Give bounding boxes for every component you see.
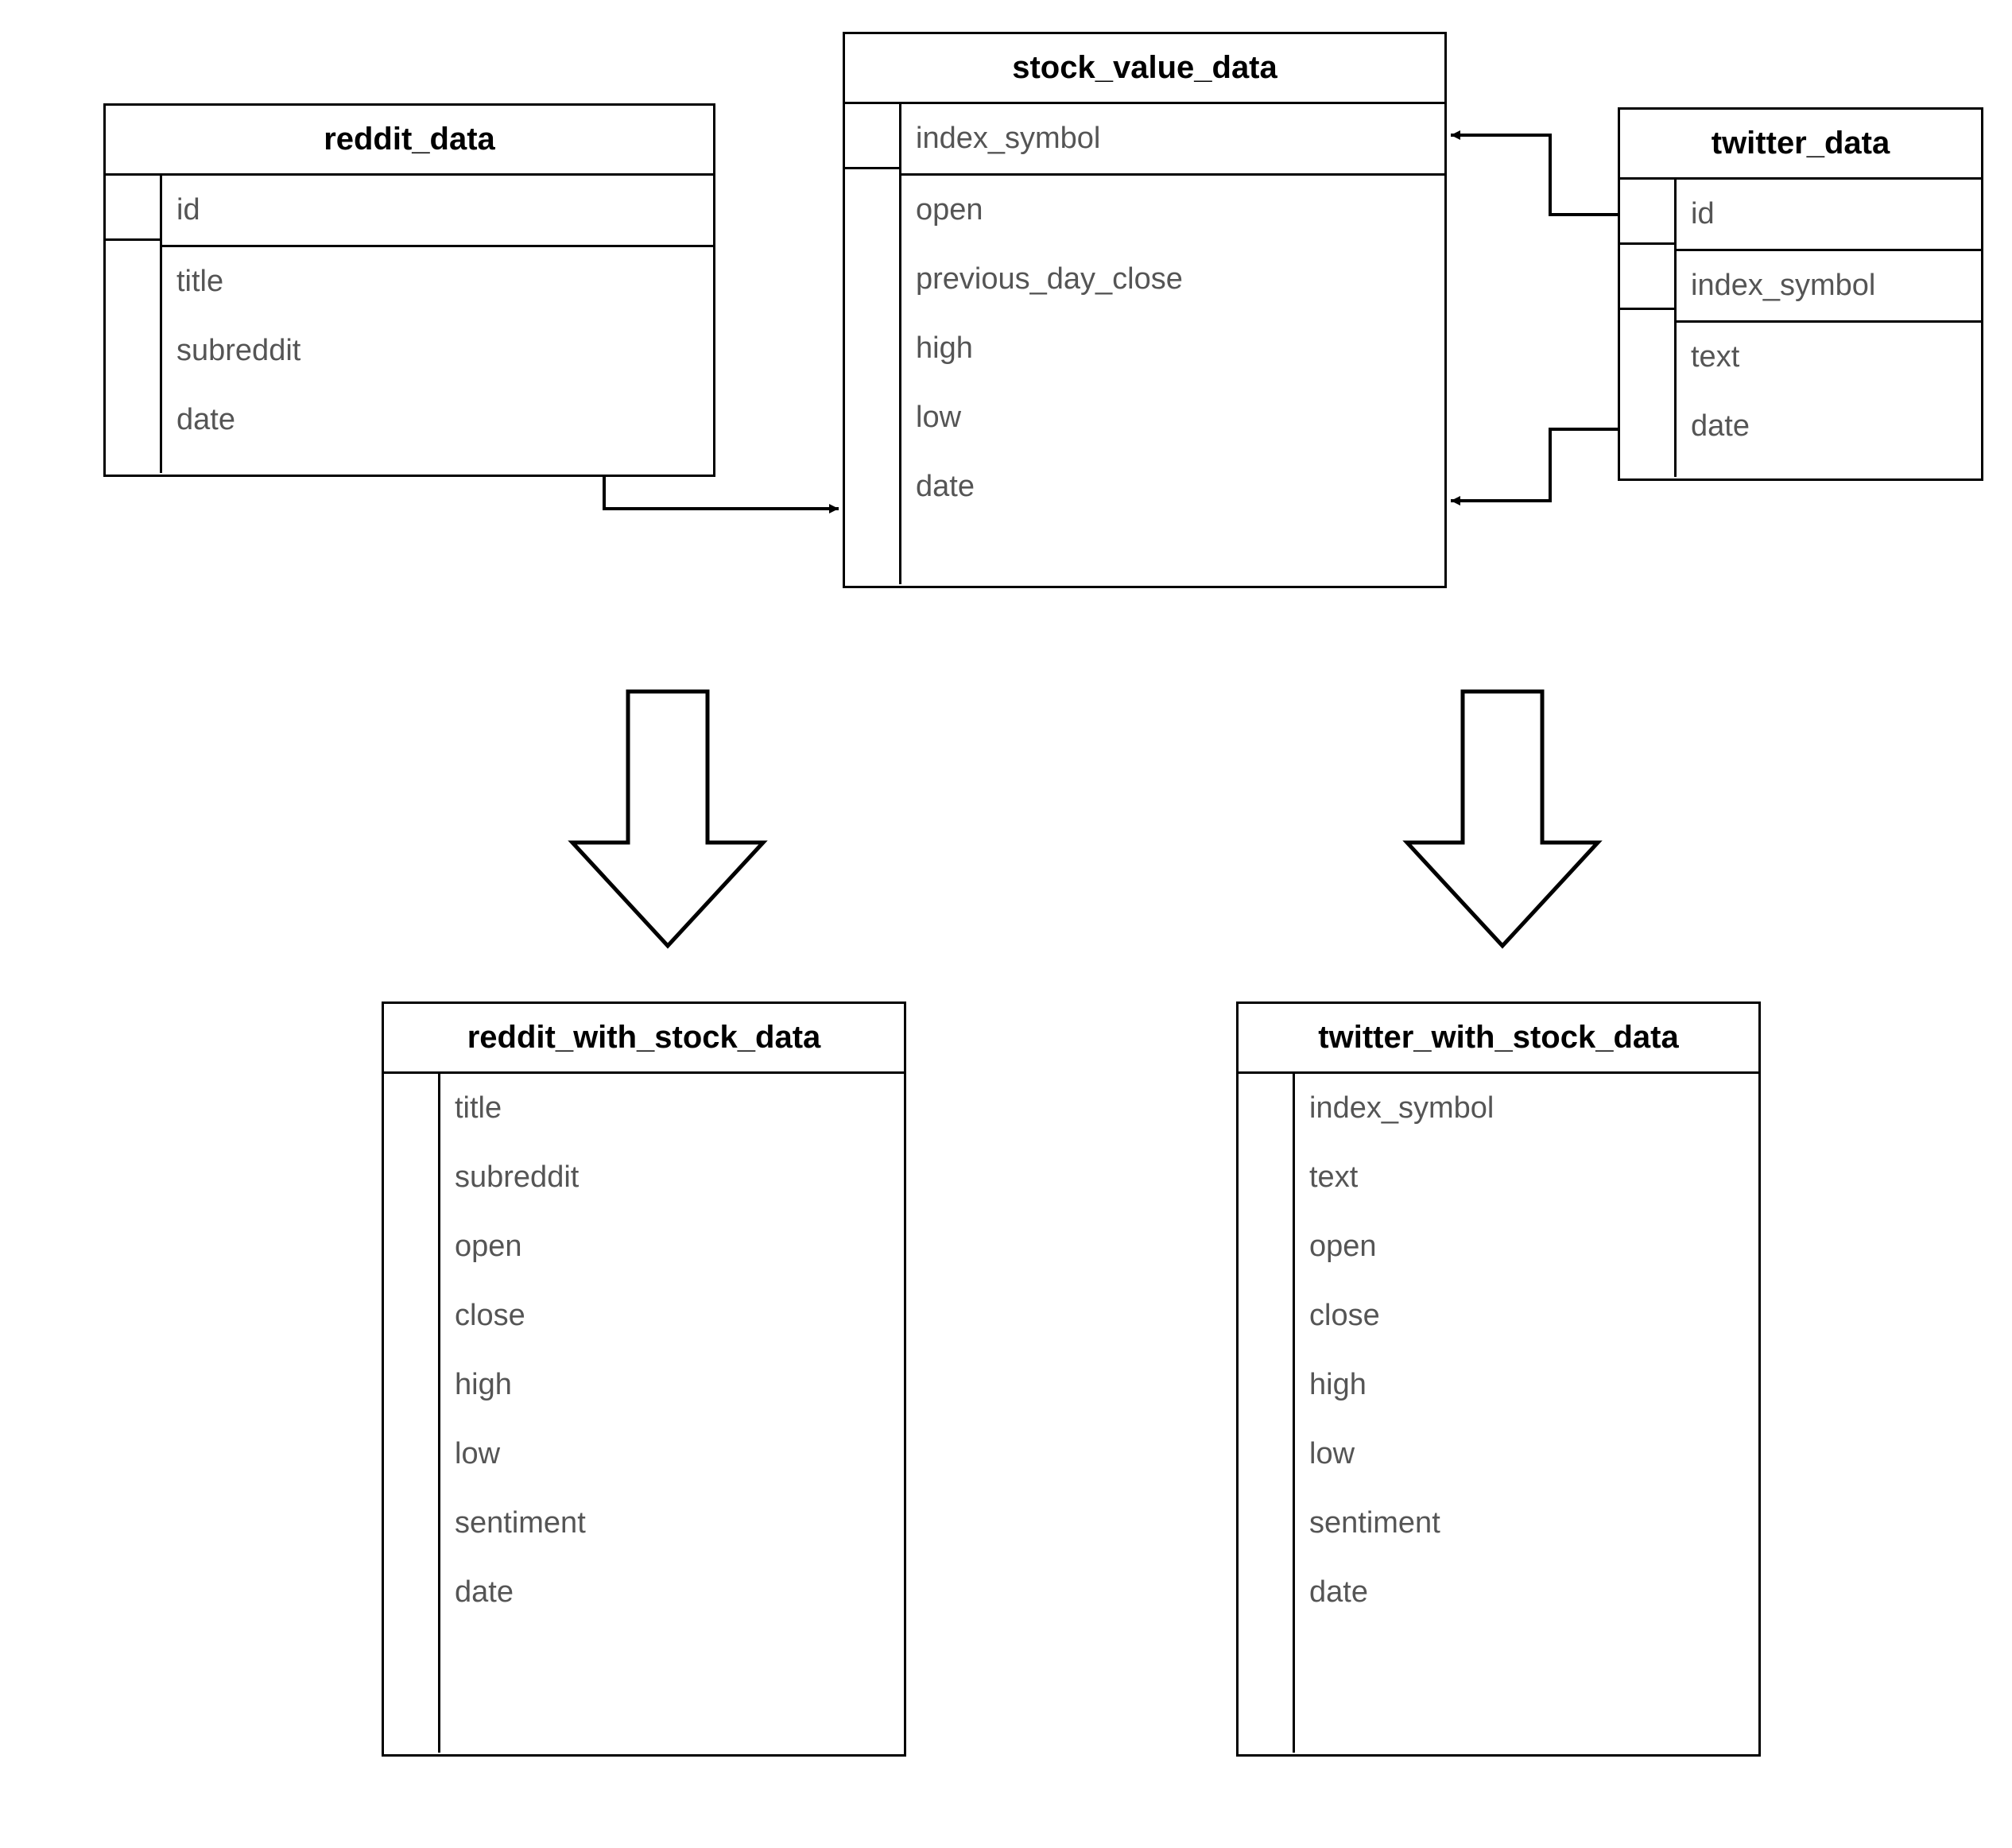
arrow-reddit-to-stock <box>604 477 839 509</box>
field: id <box>1677 180 1981 251</box>
field: date <box>1295 1558 1758 1627</box>
field: sentiment <box>440 1489 904 1558</box>
field: text <box>1295 1143 1758 1212</box>
entity-stock-value-data: stock_value_data index_symbol open previ… <box>843 32 1447 588</box>
field: low <box>1295 1420 1758 1489</box>
block-arrow-down-icon <box>1407 692 1598 946</box>
field: high <box>440 1350 904 1420</box>
field: subreddit <box>440 1143 904 1212</box>
field: low <box>901 383 1444 452</box>
field: high <box>1295 1350 1758 1420</box>
field: text <box>1677 323 1981 392</box>
field: open <box>901 176 1444 245</box>
entity-reddit-with-stock-data: reddit_with_stock_data title subreddit o… <box>382 1001 906 1757</box>
field: previous_day_close <box>901 245 1444 314</box>
entity-twitter-with-stock-data: twitter_with_stock_data index_symbol tex… <box>1236 1001 1761 1757</box>
field: low <box>440 1420 904 1489</box>
field: close <box>1295 1281 1758 1350</box>
field: open <box>440 1212 904 1281</box>
field: high <box>901 314 1444 383</box>
field: close <box>440 1281 904 1350</box>
entity-twitter-data: twitter_data id index_symbol text date <box>1618 107 1983 481</box>
entity-title: reddit_data <box>106 106 713 176</box>
field: title <box>162 247 713 316</box>
field: sentiment <box>1295 1489 1758 1558</box>
field: index_symbol <box>901 104 1444 176</box>
entity-title: twitter_with_stock_data <box>1239 1004 1758 1074</box>
field: date <box>440 1558 904 1627</box>
field: title <box>440 1074 904 1143</box>
entity-title: reddit_with_stock_data <box>384 1004 904 1074</box>
field: date <box>901 452 1444 521</box>
field: id <box>162 176 713 247</box>
field: date <box>162 385 713 455</box>
field: index_symbol <box>1677 251 1981 323</box>
diagram-canvas: reddit_data id title subreddit date stoc… <box>0 0 2012 1848</box>
field: date <box>1677 392 1981 461</box>
entity-title: twitter_data <box>1620 110 1981 180</box>
arrow-twitter-to-stock-1 <box>1451 135 1618 215</box>
entity-reddit-data: reddit_data id title subreddit date <box>103 103 715 477</box>
field: subreddit <box>162 316 713 385</box>
arrow-twitter-to-stock-2 <box>1451 429 1618 501</box>
field: open <box>1295 1212 1758 1281</box>
field: index_symbol <box>1295 1074 1758 1143</box>
block-arrow-down-icon <box>572 692 763 946</box>
entity-title: stock_value_data <box>845 34 1444 104</box>
